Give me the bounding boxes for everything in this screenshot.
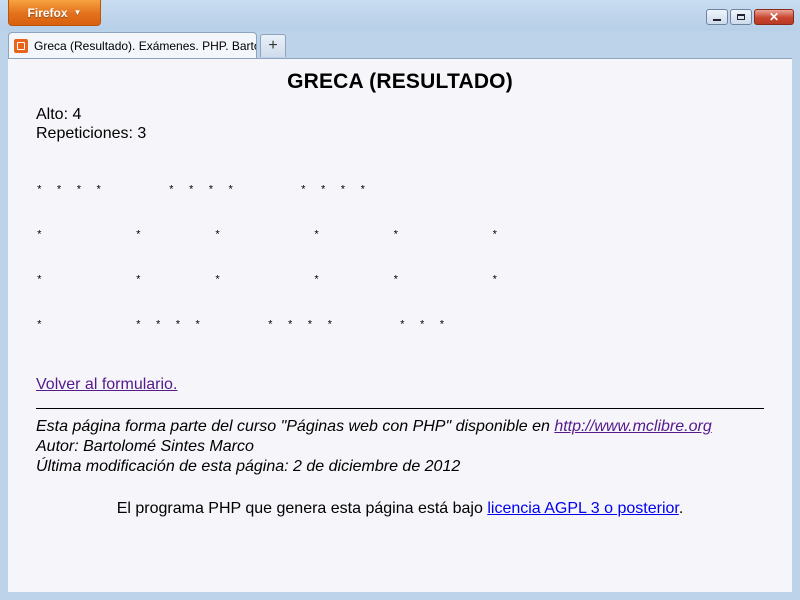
- window-controls: ✕: [706, 9, 794, 25]
- page-content: GRECA (RESULTADO) Alto: 4 Repeticiones: …: [8, 58, 792, 592]
- greca-pattern: * * * * * * * * * * * * * * * * * * * * …: [36, 154, 764, 364]
- dropdown-caret-icon: ▼: [73, 8, 82, 17]
- footer-course-text: Esta página forma parte del curso "Págin…: [36, 418, 555, 435]
- minimize-icon: [713, 19, 721, 21]
- tab-title: Greca (Resultado). Exámenes. PHP. Barto.…: [34, 38, 257, 53]
- greca-line-3: * * * * * *: [36, 275, 499, 287]
- license-link[interactable]: licencia AGPL 3 o posterior: [487, 500, 679, 517]
- close-icon: ✕: [768, 10, 780, 24]
- window-titlebar: Firefox ▼ ✕: [0, 0, 800, 31]
- firefox-menu-button[interactable]: Firefox ▼: [8, 0, 101, 26]
- license-text: El programa PHP que genera esta página e…: [116, 500, 488, 517]
- minimize-button[interactable]: [706, 9, 728, 25]
- plus-icon: +: [268, 37, 278, 54]
- page-footer: Esta página forma parte del curso "Págin…: [36, 417, 764, 477]
- page-title: GRECA (RESULTADO): [287, 70, 513, 93]
- greca-line-2: * * * * * *: [36, 230, 499, 242]
- license-suffix: .: [678, 500, 684, 517]
- close-button[interactable]: ✕: [754, 9, 794, 25]
- footer-author: Autor: Bartolomé Sintes Marco: [36, 438, 254, 455]
- tab-greca-resultado[interactable]: Greca (Resultado). Exámenes. PHP. Barto.…: [8, 32, 257, 58]
- maximize-icon: [737, 14, 745, 20]
- alto-value: Alto: 4: [36, 106, 82, 123]
- license-notice: El programa PHP que genera esta página e…: [36, 500, 764, 518]
- parameters: Alto: 4 Repeticiones: 3: [36, 105, 764, 143]
- maximize-button[interactable]: [730, 9, 752, 25]
- tab-strip: Greca (Resultado). Exámenes. PHP. Barto.…: [0, 31, 800, 58]
- footer-divider: [36, 408, 764, 409]
- greca-line-1: * * * * * * * * * * * *: [36, 185, 367, 197]
- footer-modified: Última modificación de esta página: 2 de…: [36, 458, 461, 475]
- repeticiones-value: Repeticiones: 3: [36, 125, 147, 142]
- mclibre-link[interactable]: http://www.mclibre.org: [554, 418, 711, 435]
- footer-course-line: Esta página forma parte del curso "Págin…: [36, 417, 764, 437]
- new-tab-button[interactable]: +: [260, 34, 286, 57]
- back-to-form-link[interactable]: Volver al formulario.: [36, 376, 177, 394]
- firefox-menu-label: Firefox: [27, 5, 68, 20]
- greca-line-4: * * * * * * * * * * * *: [36, 320, 446, 332]
- favicon-icon: [14, 38, 28, 53]
